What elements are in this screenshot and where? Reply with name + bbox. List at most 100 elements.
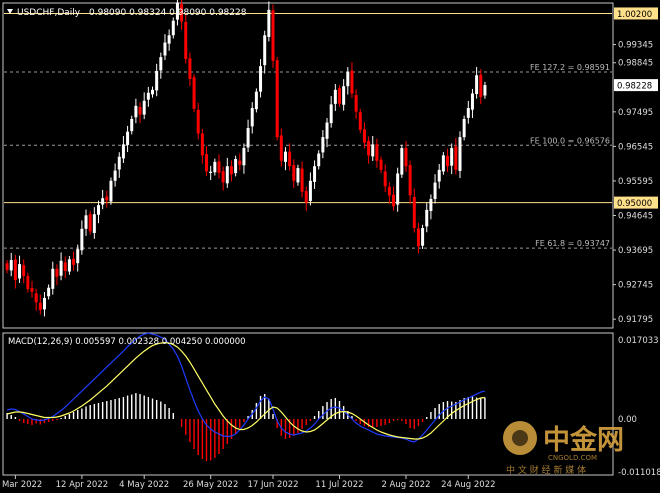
- candle-bear: [38, 302, 42, 310]
- candle-bear: [200, 133, 204, 156]
- candle-bull: [263, 35, 267, 66]
- price-tick-label: 0.98845: [618, 59, 653, 69]
- candle-bear: [304, 191, 308, 203]
- candle-bear: [55, 268, 59, 277]
- date-tick-label: 26 May 2022: [183, 480, 238, 489]
- candle-bear: [217, 161, 221, 173]
- level-price-label: 1.00200: [617, 10, 652, 20]
- candle-bull: [234, 158, 238, 174]
- candle-bull: [59, 260, 63, 276]
- candle-bull: [470, 93, 474, 110]
- candle-bear: [184, 22, 188, 59]
- candle-bull: [171, 20, 175, 36]
- candle-bear: [350, 70, 354, 94]
- candle-bear: [188, 58, 192, 79]
- chart-root: 1.00200 0.95000 FE 127.2 = 0.98591 FE 100.0…: [0, 0, 660, 490]
- cngold-watermark: 中金网 CNGOLD.COM 中 文 财 经 新 媒 体: [503, 421, 624, 476]
- candle-bull: [317, 153, 321, 167]
- price-tick-label: 0.94645: [618, 212, 653, 222]
- candle-bull: [92, 214, 96, 233]
- ohlc-values: 0.98090 0.98324 0.98090 0.98228: [89, 8, 247, 18]
- candle-bear: [337, 88, 341, 104]
- date-tick-label: 17 Jun 2022: [247, 480, 298, 489]
- candle-bear: [192, 77, 196, 109]
- candle-bull: [96, 205, 100, 215]
- candle-bull: [167, 35, 171, 44]
- macd-layer: [6, 332, 486, 461]
- level-price-label: 0.95000: [617, 199, 652, 209]
- candle-bull: [325, 122, 329, 139]
- candle-bear: [221, 171, 225, 183]
- candle-bear: [362, 129, 366, 143]
- levels-layer: 1.00200 0.95000 FE 127.2 = 0.98591 FE 100.0…: [4, 7, 658, 249]
- candle-bull: [346, 71, 350, 87]
- price-tick-label: 0.99345: [618, 41, 653, 51]
- candle-bull: [163, 42, 167, 56]
- candle-bear: [279, 135, 283, 161]
- candle-bear: [22, 265, 26, 277]
- candle-bear: [271, 10, 275, 61]
- candle-bull: [109, 180, 113, 202]
- candle-bull: [450, 148, 454, 166]
- candle-bull: [329, 104, 333, 124]
- candle-bear: [88, 214, 92, 232]
- candle-bull: [47, 287, 51, 297]
- candle-bull: [254, 91, 258, 110]
- watermark-logo-text: 中金网: [543, 424, 624, 456]
- macd-signal-line: [6, 341, 485, 440]
- candle-bull: [283, 151, 287, 162]
- fib-level-label: FE 61.8 = 0.93747: [535, 239, 610, 248]
- date-tick-label: 21 Mar 2022: [0, 480, 42, 489]
- candle-bear: [404, 148, 408, 167]
- candle-bull: [458, 137, 462, 171]
- candle-bear: [288, 151, 292, 167]
- candle-bull: [51, 268, 55, 289]
- candle-bull: [142, 100, 146, 115]
- candle-bull: [159, 57, 163, 71]
- candle-bull: [209, 171, 213, 173]
- candle-bull: [296, 168, 300, 183]
- candle-bear: [72, 258, 76, 265]
- candle-bull: [371, 144, 375, 157]
- candle-bull: [462, 118, 466, 138]
- candle-bull: [483, 85, 487, 96]
- candle-bear: [416, 228, 420, 247]
- candle-bear: [379, 159, 383, 170]
- candle-bull: [18, 264, 22, 279]
- candle-bull: [9, 260, 13, 271]
- candle-bear: [479, 74, 483, 98]
- candle-bear: [5, 263, 9, 270]
- candle-bull: [259, 66, 263, 92]
- candle-bear: [408, 165, 412, 196]
- candle-bull: [84, 215, 88, 229]
- candle-bear: [63, 262, 67, 271]
- candle-bear: [138, 106, 142, 115]
- watermark-tagline: 中 文 财 经 新 媒 体: [506, 464, 586, 476]
- candle-bull: [441, 155, 445, 172]
- candle-bull: [400, 148, 404, 175]
- candle-bull: [342, 86, 346, 105]
- candle-bull: [225, 166, 229, 184]
- date-tick-label: 24 Aug 2022: [441, 480, 495, 489]
- candle-bear: [446, 155, 450, 167]
- candle-bear: [367, 140, 371, 156]
- candle-bear: [238, 160, 242, 165]
- candle-bull: [313, 166, 317, 182]
- candle-bear: [26, 276, 30, 290]
- watermark-site-text: CNGOLD.COM: [548, 454, 597, 462]
- price-tick-label: 0.91795: [618, 315, 653, 325]
- price-tick-label: 0.92745: [618, 281, 653, 291]
- candle-bear: [275, 60, 279, 138]
- candle-bull: [250, 108, 254, 127]
- candle-bull: [429, 198, 433, 211]
- candle-bull: [80, 228, 84, 251]
- candle-bull: [121, 144, 125, 159]
- price-tick-label: 0.96545: [618, 142, 653, 152]
- candle-bull: [437, 169, 441, 182]
- candle-bear: [392, 194, 396, 207]
- date-tick-label: 2 Aug 2022: [381, 480, 430, 489]
- candle-bear: [375, 144, 379, 161]
- candle-bear: [229, 166, 233, 175]
- candle-bull: [421, 228, 425, 246]
- candle-bull: [67, 259, 71, 272]
